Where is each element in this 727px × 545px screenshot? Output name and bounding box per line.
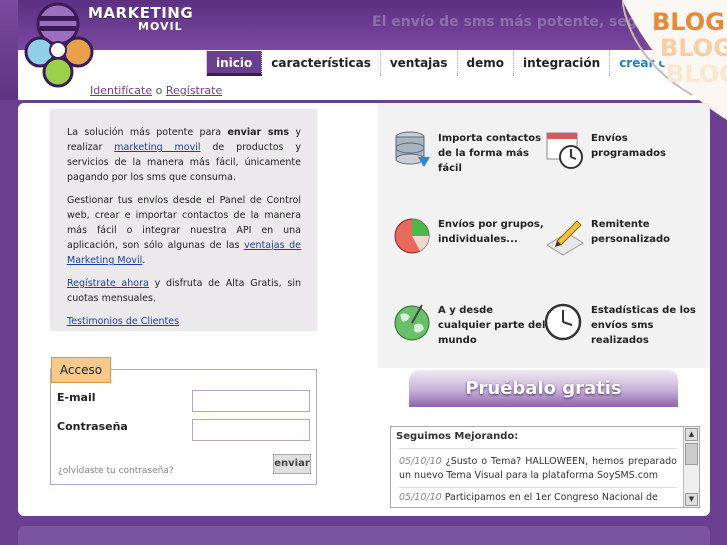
- password-field[interactable]: [192, 419, 310, 441]
- news-date: 05/10/10: [399, 492, 442, 503]
- nav-item-demo[interactable]: demo: [458, 51, 515, 76]
- feature-stats: Estadísticas de los envíos sms realizado…: [545, 301, 696, 361]
- calendar-clock-icon: [546, 132, 583, 169]
- register-link[interactable]: Regístrate: [166, 84, 222, 97]
- email-label: E-mail: [57, 391, 96, 404]
- intro-paragraph-3: Regístrate ahora y disfruta de Alta Grat…: [67, 276, 301, 306]
- auth-links: Identifícate o Regístrate: [90, 84, 222, 97]
- main-content: La solución más potente para enviar sms …: [18, 103, 710, 516]
- news-title: Seguimos Mejorando:: [396, 431, 519, 442]
- intro-paragraph-2: Gestionar tus envíos desde el Panel de C…: [67, 193, 301, 268]
- news-box: Seguimos Mejorando: 05/10/10 ¿Susto o Te…: [390, 426, 700, 508]
- feature-global: A y desde cualquier parte del mundo: [392, 301, 545, 361]
- try-free-button[interactable]: Pruébalo gratis: [409, 370, 678, 407]
- divider: [399, 487, 677, 488]
- blog-corner[interactable]: BLOG BLOG BLOG: [622, 0, 727, 120]
- auth-separator: o: [155, 84, 163, 97]
- blog-label-reflection: BLOG: [660, 34, 727, 62]
- feature-label: Remitente personalizado: [591, 219, 671, 245]
- login-form: Acceso E-mail Contraseña ¿olvidaste tu c…: [50, 357, 317, 485]
- news-item: 05/10/10 ¿Susto o Tema? HALLOWEEN, hemos…: [399, 455, 677, 483]
- clock-stats-icon: [545, 303, 582, 341]
- pencil-edit-icon: [546, 220, 584, 256]
- feature-label: Envíos programados: [591, 133, 666, 159]
- divider: [399, 448, 677, 449]
- feature-import: Importa contactos de la forma más fácil: [392, 129, 542, 189]
- logo-subname: MOVIL: [138, 20, 183, 33]
- blog-label-reflection: BLOG: [666, 60, 727, 88]
- nav-item-ventajas[interactable]: ventajas: [381, 51, 458, 76]
- email-field[interactable]: [192, 390, 310, 412]
- forgot-password-link[interactable]: ¿olvidaste tu contraseña?: [58, 466, 174, 476]
- text: .: [142, 255, 146, 266]
- news-scrollbar[interactable]: ▲ ▼: [683, 427, 699, 507]
- intro-paragraph-1: La solución más potente para enviar sms …: [67, 125, 301, 185]
- scroll-thumb[interactable]: [685, 443, 698, 465]
- nav-item-integracion[interactable]: integración: [514, 51, 611, 76]
- features-panel: Importa contactos de la forma más fácil …: [378, 103, 710, 368]
- main-nav: inicio características ventajas demo int…: [206, 51, 666, 76]
- register-now-link[interactable]: Regístrate ahora: [67, 278, 149, 289]
- pie-chart-icon: [394, 218, 430, 254]
- feature-label: Envíos por grupos, individuales...: [438, 219, 544, 245]
- feature-label: Importa contactos de la forma más fácil: [438, 133, 542, 174]
- feature-label: A y desde cualquier parte del mundo: [438, 305, 546, 346]
- news-item: 05/10/10 Participamos en el 1er Congreso…: [399, 491, 677, 505]
- intro-box: La solución más potente para enviar sms …: [50, 109, 317, 331]
- text: La solución más potente para: [67, 127, 222, 138]
- blog-label: BLOG: [652, 8, 725, 36]
- feature-scheduled: Envíos programados: [545, 129, 695, 189]
- marketing-movil-link[interactable]: marketing movil: [114, 142, 200, 153]
- intro-paragraph-4: Testimonios de Clientes: [67, 314, 301, 329]
- testimonials-link[interactable]: Testimonios de Clientes: [67, 316, 179, 327]
- feature-groups: Envíos por grupos, individuales...: [392, 215, 544, 275]
- nav-item-inicio[interactable]: inicio: [207, 51, 263, 76]
- news-date: 05/10/10: [399, 456, 442, 467]
- footer-bar: [18, 526, 710, 545]
- nav-item-caracteristicas[interactable]: características: [262, 51, 381, 76]
- database-import-icon: [395, 131, 430, 167]
- feature-label: Estadísticas de los envíos sms realizado…: [591, 305, 696, 346]
- news-text[interactable]: Participamos en el 1er Congreso Nacional…: [445, 492, 658, 503]
- feature-sender: Remitente personalizado: [545, 215, 695, 275]
- login-link[interactable]: Identifícate: [90, 84, 152, 97]
- login-tab: Acceso: [51, 357, 111, 383]
- submit-button[interactable]: enviar: [273, 454, 311, 474]
- scroll-down-icon[interactable]: ▼: [685, 493, 698, 506]
- globe-icon: [394, 304, 430, 341]
- scroll-up-icon[interactable]: ▲: [685, 428, 698, 441]
- text-bold: enviar sms: [227, 127, 290, 138]
- password-label: Contraseña: [57, 420, 128, 433]
